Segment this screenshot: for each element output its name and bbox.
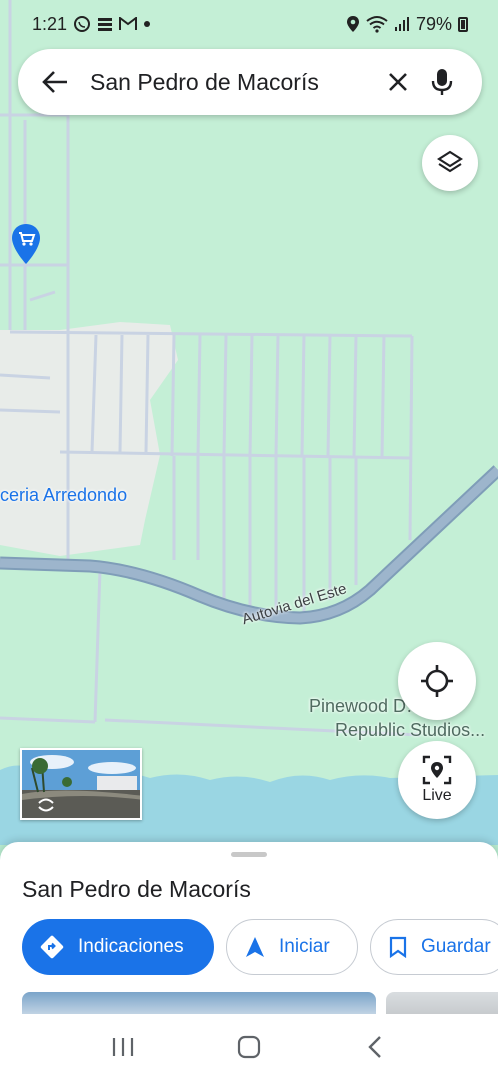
directions-button[interactable]: Indicaciones — [22, 919, 214, 975]
status-time: 1:21 — [32, 13, 68, 34]
live-view-button[interactable]: Live — [398, 741, 476, 819]
studio-label-line2[interactable]: Republic Studios... — [335, 718, 485, 742]
place-bottom-sheet[interactable]: San Pedro de Macorís Indicaciones Inicia… — [0, 842, 498, 1014]
arrow-left-icon — [42, 71, 67, 93]
action-chips: Indicaciones Iniciar Guardar — [22, 919, 498, 975]
back-nav-button[interactable] — [345, 1027, 405, 1067]
navigation-arrow-icon — [246, 937, 264, 957]
dot-icon — [144, 21, 151, 27]
start-label: Iniciar — [279, 936, 330, 957]
back-button[interactable] — [36, 63, 74, 101]
shopping-pin-icon[interactable] — [10, 222, 42, 271]
signal-icon — [394, 17, 409, 31]
live-label: Live — [422, 787, 452, 804]
mic-icon — [431, 69, 453, 95]
directions-icon — [40, 935, 64, 959]
battery-icon — [458, 16, 468, 32]
photo-strip — [22, 992, 498, 1014]
street-view-thumbnail[interactable] — [20, 748, 142, 820]
my-location-button[interactable] — [398, 642, 476, 720]
search-query[interactable]: San Pedro de Macorís — [90, 69, 376, 96]
sheet-drag-handle[interactable] — [231, 852, 267, 857]
place-photo[interactable] — [22, 992, 376, 1014]
directions-label: Indicaciones — [78, 936, 184, 957]
home-icon — [237, 1035, 261, 1059]
app-icon — [98, 18, 113, 31]
wifi-icon — [366, 16, 388, 33]
start-button[interactable]: Iniciar — [226, 919, 358, 975]
save-label: Guardar — [421, 936, 491, 957]
crosshair-icon — [421, 665, 453, 697]
layers-icon — [437, 150, 463, 173]
gmail-icon — [119, 17, 138, 30]
close-icon — [389, 73, 407, 91]
map-view[interactable]: ceria Arredondo Autovia del Este Pinewoo… — [0, 0, 498, 845]
poi-label[interactable]: ceria Arredondo — [0, 483, 127, 507]
bookmark-icon — [389, 936, 407, 958]
home-button[interactable] — [219, 1027, 279, 1067]
system-nav-bar — [0, 1014, 498, 1080]
status-bar: 1:21 79% — [0, 0, 498, 48]
save-button[interactable]: Guardar — [370, 919, 498, 975]
battery-percent: 79% — [415, 13, 452, 34]
search-bar[interactable]: San Pedro de Macorís — [18, 49, 482, 115]
rotate-360-icon — [38, 798, 54, 812]
chevron-left-icon — [368, 1036, 381, 1058]
live-pin-icon — [422, 755, 452, 785]
voice-search-button[interactable] — [420, 60, 464, 104]
recent-apps-icon — [112, 1038, 134, 1056]
clear-button[interactable] — [376, 60, 420, 104]
recent-apps-button[interactable] — [93, 1027, 153, 1067]
place-title: San Pedro de Macorís — [22, 876, 251, 902]
location-icon — [346, 16, 359, 32]
layers-button[interactable] — [422, 135, 478, 191]
whatsapp-icon — [74, 16, 91, 32]
place-photo[interactable] — [386, 992, 498, 1014]
